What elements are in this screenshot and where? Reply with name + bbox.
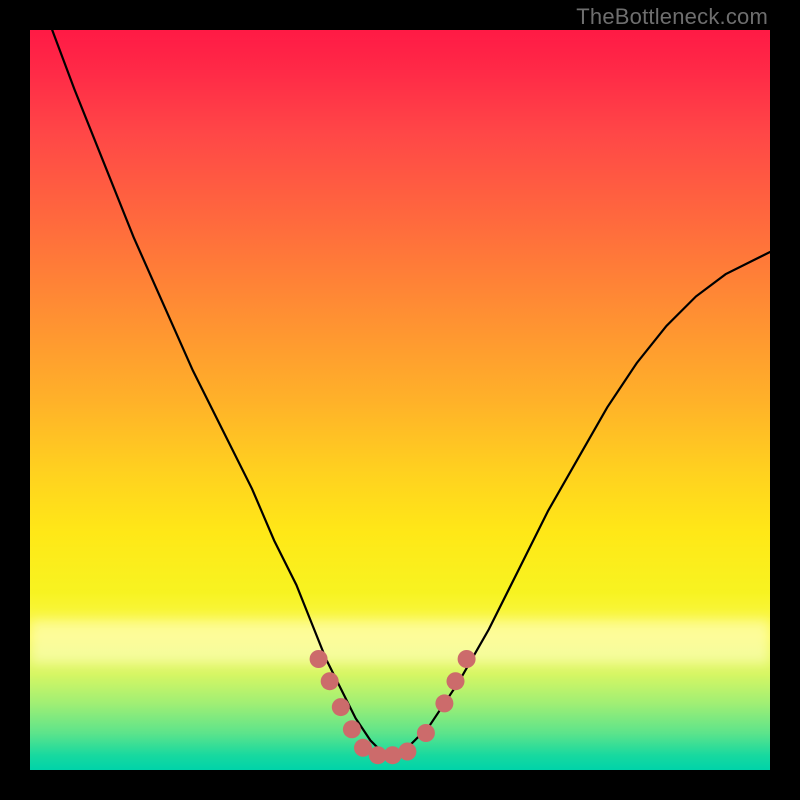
highlight-marker — [321, 672, 339, 690]
highlight-marker — [398, 743, 416, 761]
highlight-marker — [310, 650, 328, 668]
outer-black-frame: TheBottleneck.com — [0, 0, 800, 800]
highlight-marker — [343, 720, 361, 738]
marker-group — [310, 650, 476, 764]
highlight-marker — [447, 672, 465, 690]
highlight-marker — [332, 698, 350, 716]
bottleneck-curve — [52, 30, 770, 755]
highlight-marker — [435, 694, 453, 712]
highlight-marker — [458, 650, 476, 668]
watermark-text: TheBottleneck.com — [576, 4, 768, 30]
highlight-marker — [417, 724, 435, 742]
plot-area — [30, 30, 770, 770]
curve-layer — [30, 30, 770, 770]
